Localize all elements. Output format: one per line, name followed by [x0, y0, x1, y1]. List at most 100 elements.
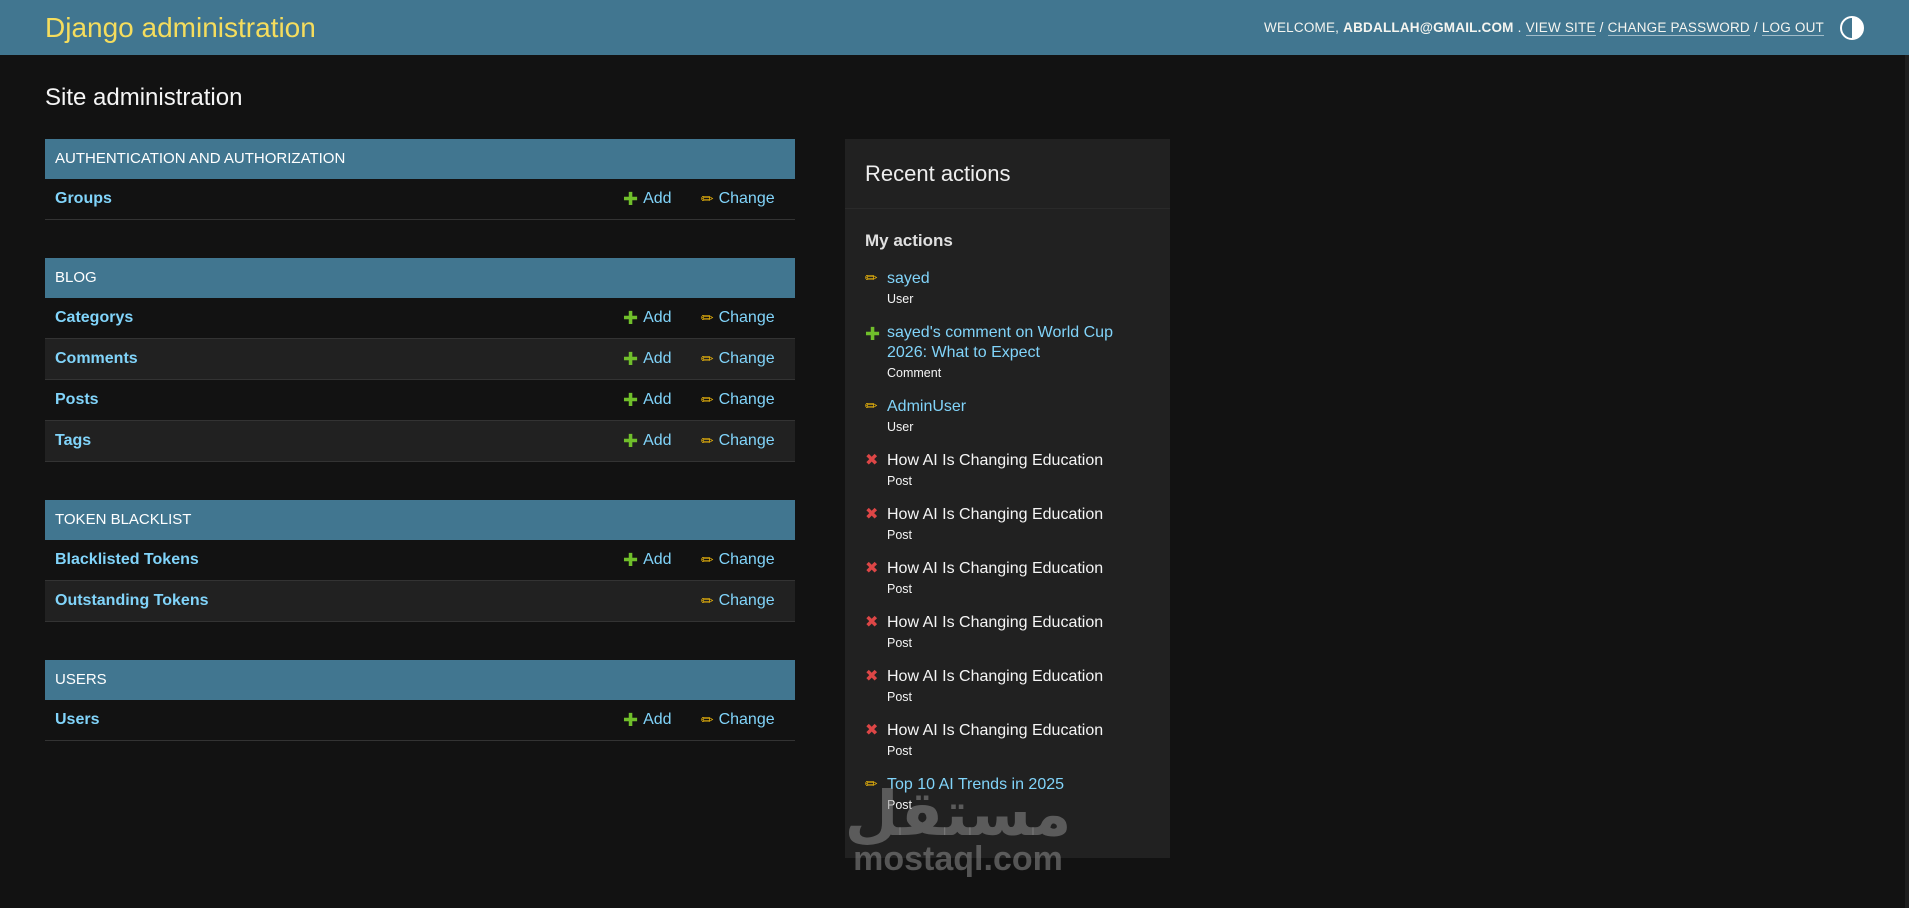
change-label: Change	[718, 309, 775, 326]
model-link[interactable]: Blacklisted Tokens	[45, 551, 199, 569]
delete-icon: ✖	[865, 560, 879, 577]
change-link[interactable]: ✏ Change	[701, 432, 775, 450]
action-title: How AI Is Changing Education	[887, 668, 1104, 685]
action-item: ✖ How AI Is Changing Education Post	[865, 667, 1150, 704]
pencil-icon: ✏	[701, 309, 714, 327]
module: Token Blacklist Blacklisted Tokens ✚ Add ✏ C…	[45, 500, 795, 622]
model-link[interactable]: Users	[45, 711, 99, 729]
add-link[interactable]: ✚ Add	[623, 309, 672, 327]
pencil-icon: ✏	[701, 190, 714, 208]
add-link[interactable]: ✚ Add	[623, 551, 672, 569]
change-link[interactable]: ✏ Change	[701, 350, 775, 368]
action-item: ✖ How AI Is Changing Education Post	[865, 559, 1150, 596]
pencil-icon: ✏	[865, 776, 878, 793]
model-row: Groups ✚ Add ✏ Change	[45, 179, 795, 220]
plus-icon: ✚	[623, 431, 639, 451]
header: Django administration Welcome, abdallah@…	[0, 0, 1909, 55]
action-title: How AI Is Changing Education	[887, 560, 1104, 577]
module: Blog Categorys ✚ Add ✏ Change Comments ✚ Add ✏ C…	[45, 258, 795, 462]
model-row: Users ✚ Add ✏ Change	[45, 700, 795, 741]
log-out-link[interactable]: Log out	[1761, 20, 1824, 36]
change-label: Change	[718, 551, 775, 568]
module: Users Users ✚ Add ✏ Change	[45, 660, 795, 741]
change-link[interactable]: ✏ Change	[701, 592, 775, 610]
app-list: Authentication and Authorization Groups ✚…	[45, 139, 795, 779]
action-item: ✏ AdminUser User	[865, 397, 1150, 434]
action-item: ✖ How AI Is Changing Education Post	[865, 451, 1150, 488]
module-caption[interactable]: Authentication and Authorization	[45, 139, 795, 179]
scrollbar[interactable]	[1905, 55, 1909, 908]
module-caption[interactable]: Users	[45, 660, 795, 700]
model-link[interactable]: Categorys	[45, 309, 133, 327]
add-label: Add	[643, 711, 672, 728]
change-password-link[interactable]: Change password	[1607, 20, 1750, 36]
delete-icon: ✖	[865, 614, 879, 631]
change-link[interactable]: ✏ Change	[701, 391, 775, 409]
model-link[interactable]: Groups	[45, 190, 112, 208]
action-type: Post	[887, 636, 913, 650]
pencil-icon: ✏	[701, 592, 714, 610]
theme-toggle-icon[interactable]	[1840, 15, 1864, 40]
module-caption[interactable]: Token Blacklist	[45, 500, 795, 540]
change-link[interactable]: ✏ Change	[701, 309, 775, 327]
plus-icon: ✚	[623, 550, 639, 570]
pencil-icon: ✏	[701, 551, 714, 569]
action-type: User	[887, 420, 914, 434]
add-label: Add	[643, 190, 672, 207]
change-link[interactable]: ✏ Change	[701, 711, 775, 729]
plus-icon: ✚	[623, 308, 639, 328]
model-row: Comments ✚ Add ✏ Change	[45, 339, 795, 380]
add-link[interactable]: ✚ Add	[623, 711, 672, 729]
action-item: ✖ How AI Is Changing Education Post	[865, 721, 1150, 758]
change-link[interactable]: ✏ Change	[701, 551, 775, 569]
model-link[interactable]: Comments	[45, 350, 138, 368]
change-label: Change	[718, 350, 775, 367]
delete-icon: ✖	[865, 506, 879, 523]
plus-icon: ✚	[623, 710, 639, 730]
change-label: Change	[718, 592, 775, 609]
action-type: Post	[887, 582, 913, 596]
model-link[interactable]: Tags	[45, 432, 91, 450]
delete-icon: ✖	[865, 722, 879, 739]
action-item: ✏ Top 10 AI Trends in 2025 Post	[865, 775, 1150, 812]
separator: /	[1753, 20, 1758, 35]
action-title[interactable]: Top 10 AI Trends in 2025	[887, 775, 1064, 795]
pencil-icon: ✏	[701, 350, 714, 368]
model-row: Categorys ✚ Add ✏ Change	[45, 298, 795, 339]
change-link[interactable]: ✏ Change	[701, 190, 775, 208]
action-item: ✏ sayed User	[865, 269, 1150, 306]
delete-icon: ✖	[865, 668, 879, 685]
add-link[interactable]: ✚ Add	[623, 190, 672, 208]
site-branding[interactable]: Django administration	[45, 12, 316, 44]
user-tools: Welcome, abdallah@gmail.com. View site /…	[1264, 15, 1864, 40]
add-label: Add	[643, 391, 672, 408]
welcome-text: Welcome,	[1264, 20, 1340, 35]
pencil-icon: ✏	[865, 398, 878, 415]
add-link[interactable]: ✚ Add	[623, 432, 672, 450]
model-row: Tags ✚ Add ✏ Change	[45, 421, 795, 462]
recent-actions-title: Recent actions	[845, 139, 1170, 209]
module: Authentication and Authorization Groups ✚…	[45, 139, 795, 220]
delete-icon: ✖	[865, 452, 879, 469]
pencil-icon: ✏	[701, 711, 714, 729]
plus-icon: ✚	[623, 349, 639, 369]
view-site-link[interactable]: View site	[1525, 20, 1596, 36]
action-item: ✚ sayed's comment on World Cup 2026: What…	[865, 323, 1150, 380]
action-type: Post	[887, 528, 913, 542]
action-title[interactable]: sayed's comment on World Cup 2026: What …	[887, 323, 1150, 363]
add-label: Add	[643, 432, 672, 449]
action-type: Comment	[887, 366, 942, 380]
action-title[interactable]: AdminUser	[887, 397, 966, 417]
action-title: How AI Is Changing Education	[887, 506, 1104, 523]
model-link[interactable]: Posts	[45, 391, 99, 409]
add-link[interactable]: ✚ Add	[623, 391, 672, 409]
model-row: Blacklisted Tokens ✚ Add ✏ Change	[45, 540, 795, 581]
model-link[interactable]: Outstanding Tokens	[45, 592, 208, 610]
change-label: Change	[718, 190, 775, 207]
module-caption[interactable]: Blog	[45, 258, 795, 298]
action-item: ✖ How AI Is Changing Education Post	[865, 613, 1150, 650]
pencil-icon: ✏	[865, 270, 878, 287]
action-title[interactable]: sayed	[887, 269, 930, 289]
add-label: Add	[643, 350, 672, 367]
add-link[interactable]: ✚ Add	[623, 350, 672, 368]
